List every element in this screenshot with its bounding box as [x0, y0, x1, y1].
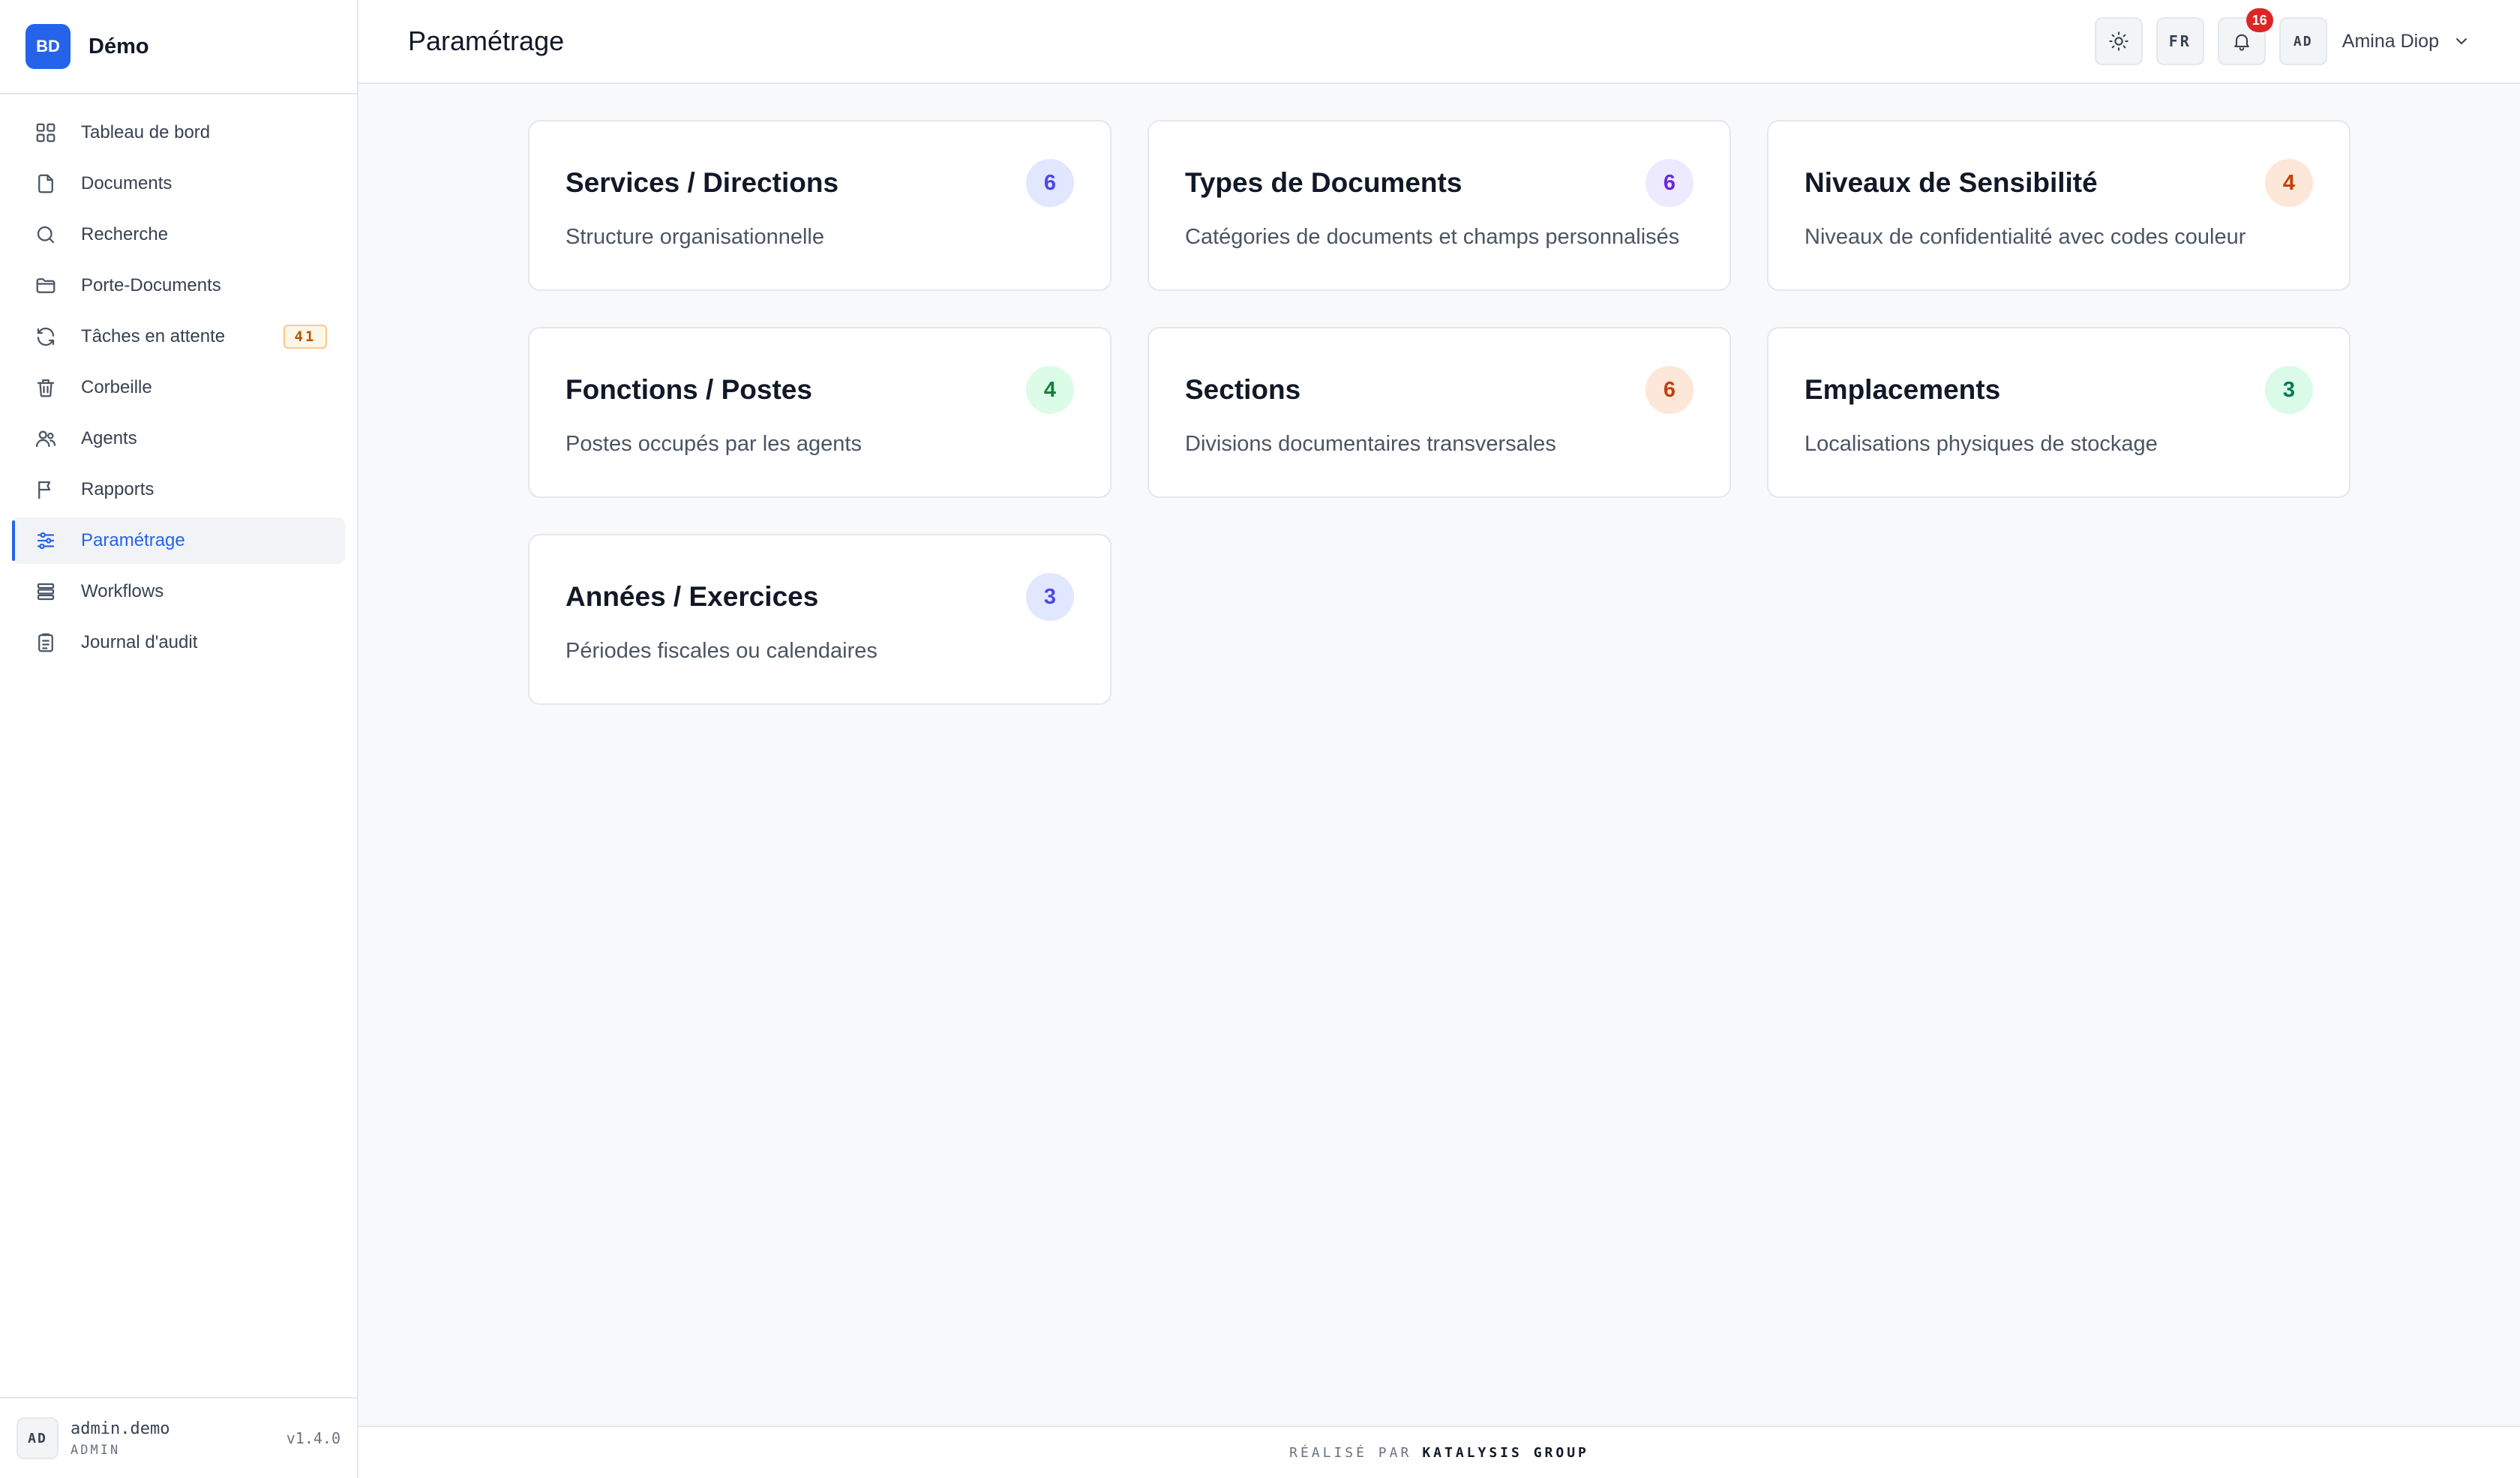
settings-card-fonctions-postes[interactable]: Fonctions / Postes 4 Postes occupés par … — [528, 327, 1112, 498]
user-role: ADMIN — [70, 1442, 121, 1458]
sidebar-item-label: Rapports — [81, 479, 154, 499]
card-title: Années / Exercices — [566, 581, 819, 612]
avatar[interactable]: AD — [16, 1417, 58, 1459]
theme-toggle-button[interactable] — [2094, 17, 2143, 65]
sidebar-item-documents[interactable]: Documents — [12, 160, 345, 207]
search-icon — [33, 222, 58, 247]
settings-card-annees-exercices[interactable]: Années / Exercices 3 Périodes fiscales o… — [528, 534, 1112, 705]
page-title: Paramétrage — [408, 25, 565, 56]
user-meta: admin.demo ADMIN — [70, 1420, 170, 1458]
user-avatar[interactable]: AD — [2278, 17, 2327, 65]
card-title: Types de Documents — [1185, 167, 1462, 198]
card-title: Emplacements — [1804, 374, 2001, 405]
sidebar-item-recherche[interactable]: Recherche — [12, 211, 345, 258]
sidebar-item-label: Porte-Documents — [81, 275, 221, 295]
settings-card-services-directions[interactable]: Services / Directions 6 Structure organi… — [528, 120, 1112, 291]
card-title: Fonctions / Postes — [566, 374, 812, 405]
notifications-button[interactable]: 16 — [2217, 8, 2273, 65]
brand[interactable]: BD Démo — [0, 0, 357, 94]
card-count-badge: 4 — [1026, 366, 1074, 414]
top-actions: FR 16 AD Amina Diop — [2081, 8, 2470, 65]
card-title: Sections — [1185, 374, 1301, 405]
folder-icon — [33, 273, 58, 298]
brand-name: Démo — [88, 34, 149, 58]
card-description: Niveaux de confidentialité avec codes co… — [1804, 225, 2246, 249]
card-head: Services / Directions 6 — [566, 159, 1074, 207]
trash-icon — [33, 375, 58, 400]
sidebar-item-label: Workflows — [81, 581, 164, 601]
card-head: Emplacements 3 — [1804, 366, 2313, 414]
app-root: BD Démo Tableau de bord Documents Recher… — [0, 0, 2520, 1478]
settings-card-sections[interactable]: Sections 6 Divisions documentaires trans… — [1148, 327, 1731, 498]
sidebar-item-label: Tâches en attente — [81, 326, 226, 346]
clipboard-icon — [33, 630, 58, 655]
layers-icon — [33, 579, 58, 604]
flag-icon — [33, 477, 58, 502]
card-count-badge: 3 — [2265, 366, 2313, 414]
settings-card-types-documents[interactable]: Types de Documents 6 Catégories de docum… — [1148, 120, 1731, 291]
language-button[interactable]: FR — [2156, 17, 2204, 65]
sidebar-item-agents[interactable]: Agents — [12, 415, 345, 462]
dashboard-grid-icon — [33, 120, 58, 145]
card-count-badge: 3 — [1026, 573, 1074, 621]
users-icon — [33, 426, 58, 451]
sidebar-item-journal-audit[interactable]: Journal d'audit — [12, 619, 345, 666]
bell-icon — [2231, 31, 2252, 52]
card-count-badge: 6 — [1026, 159, 1074, 207]
app-version: v1.4.0 — [286, 1429, 340, 1447]
sidebar-user-footer: AD admin.demo ADMIN v1.4.0 — [0, 1397, 357, 1478]
card-head: Sections 6 — [1185, 366, 1694, 414]
sidebar-item-tableau-de-bord[interactable]: Tableau de bord — [12, 109, 345, 156]
card-description: Postes occupés par les agents — [566, 432, 862, 456]
topbar: Paramétrage FR 16 AD Amina Diop — [358, 0, 2520, 84]
card-description: Divisions documentaires transversales — [1185, 432, 1556, 456]
sidebar-item-label: Documents — [81, 173, 172, 193]
sidebar-item-label: Corbeille — [81, 377, 152, 397]
page-footer: RÉALISÉ PAR KATALYSIS GROUP — [358, 1426, 2520, 1478]
card-head: Types de Documents 6 — [1185, 159, 1694, 207]
sidebar-item-label: Recherche — [81, 224, 169, 244]
sidebar-item-label: Journal d'audit — [81, 632, 198, 652]
card-count-badge: 4 — [2265, 159, 2313, 207]
card-count-badge: 6 — [1646, 159, 1694, 207]
sidebar-item-label: Agents — [81, 428, 137, 448]
settings-card-niveaux-sensibilite[interactable]: Niveaux de Sensibilité 4 Niveaux de conf… — [1767, 120, 2350, 291]
card-head: Niveaux de Sensibilité 4 — [1804, 159, 2313, 207]
sidebar-item-label: Paramétrage — [81, 530, 185, 550]
sidebar-item-porte-documents[interactable]: Porte-Documents — [12, 262, 345, 309]
refresh-icon — [33, 324, 58, 349]
settings-grid: Services / Directions 6 Structure organi… — [528, 120, 2520, 705]
sidebar-item-corbeille[interactable]: Corbeille — [12, 364, 345, 411]
pending-tasks-badge: 41 — [284, 325, 327, 349]
sidebar: BD Démo Tableau de bord Documents Recher… — [0, 0, 358, 1478]
sidebar-item-workflows[interactable]: Workflows — [12, 568, 345, 615]
username: admin.demo — [70, 1419, 170, 1438]
sun-icon — [2108, 31, 2129, 52]
settings-content: Services / Directions 6 Structure organi… — [358, 84, 2520, 1478]
notification-count-badge: 16 — [2246, 8, 2273, 32]
card-description: Structure organisationnelle — [566, 225, 824, 249]
sliders-icon — [33, 528, 58, 553]
footer-company: KATALYSIS GROUP — [1422, 1444, 1589, 1461]
card-title: Services / Directions — [566, 167, 839, 198]
card-description: Catégories de documents et champs person… — [1185, 225, 1680, 249]
sidebar-item-label: Tableau de bord — [81, 122, 211, 142]
sidebar-item-parametrage[interactable]: Paramétrage — [12, 517, 345, 564]
brand-logo: BD — [26, 24, 70, 69]
footer-prefix: RÉALISÉ PAR — [1289, 1444, 1412, 1461]
chevron-down-icon[interactable] — [2452, 32, 2470, 50]
sidebar-nav: Tableau de bord Documents Recherche Port… — [0, 94, 357, 666]
sidebar-item-rapports[interactable]: Rapports — [12, 466, 345, 513]
card-count-badge: 6 — [1646, 366, 1694, 414]
card-title: Niveaux de Sensibilité — [1804, 167, 2098, 198]
card-head: Années / Exercices 3 — [566, 573, 1074, 621]
card-description: Périodes fiscales ou calendaires — [566, 639, 878, 663]
file-icon — [33, 171, 58, 196]
settings-card-emplacements[interactable]: Emplacements 3 Localisations physiques d… — [1767, 327, 2350, 498]
user-menu-name[interactable]: Amina Diop — [2342, 31, 2439, 52]
main-area: Paramétrage FR 16 AD Amina Diop Services… — [358, 0, 2520, 1478]
card-head: Fonctions / Postes 4 — [566, 366, 1074, 414]
card-description: Localisations physiques de stockage — [1804, 432, 2158, 456]
sidebar-item-taches-en-attente[interactable]: Tâches en attente 41 — [12, 313, 345, 360]
